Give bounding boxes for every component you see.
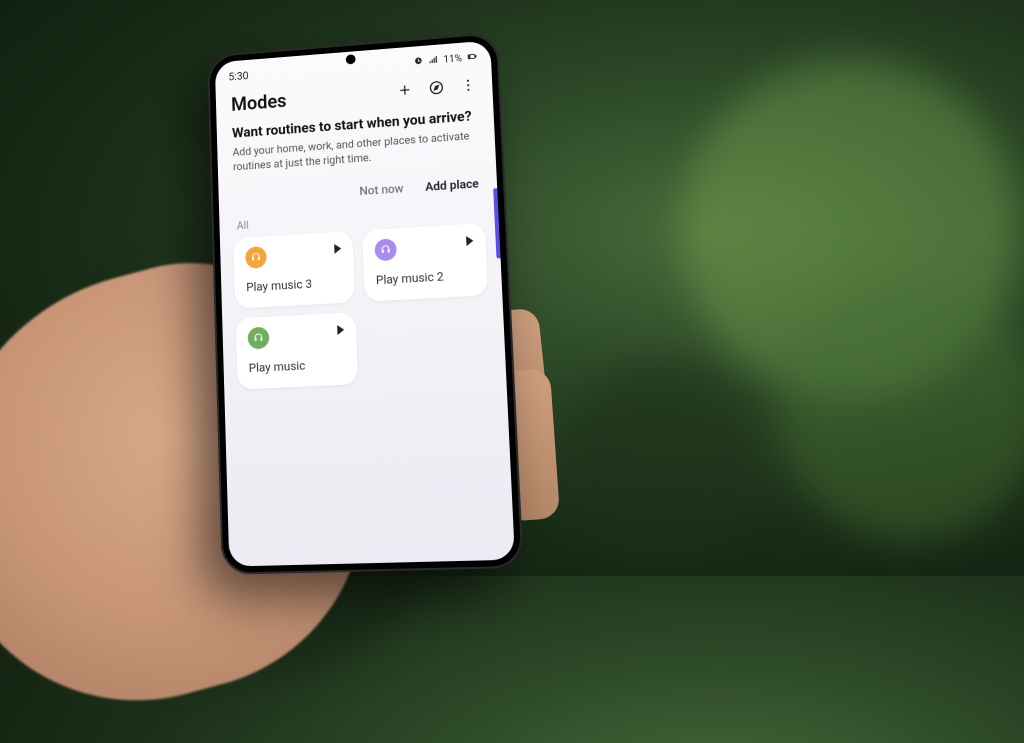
signal-icon <box>428 54 438 67</box>
plus-icon <box>397 81 413 98</box>
phone-screen: 5:30 11% Modes <box>215 40 515 566</box>
headphones-icon <box>252 332 264 344</box>
battery-icon <box>467 51 478 64</box>
play-icon[interactable] <box>466 236 474 246</box>
discover-button[interactable] <box>428 79 445 100</box>
play-icon[interactable] <box>337 325 344 335</box>
tile-label: Play music <box>249 357 346 375</box>
routine-tile[interactable]: Play music 2 <box>362 223 488 302</box>
page-title: Modes <box>231 89 287 115</box>
routines-grid: Play music 3 Play music 2 Play music <box>220 220 507 392</box>
tile-icon <box>247 326 269 349</box>
add-place-button[interactable]: Add place <box>425 176 479 193</box>
status-time: 5:30 <box>228 69 248 83</box>
not-now-button[interactable]: Not now <box>359 181 404 198</box>
add-button[interactable] <box>397 81 414 102</box>
compass-icon <box>428 79 445 96</box>
more-button[interactable] <box>460 76 477 97</box>
status-icons: 11% <box>414 51 478 69</box>
tile-icon <box>245 246 267 269</box>
play-icon[interactable] <box>334 243 341 253</box>
tile-label: Play music 2 <box>376 268 476 287</box>
phone-frame: 5:30 11% Modes <box>207 32 524 575</box>
routine-tile[interactable]: Play music 3 <box>233 231 355 309</box>
more-vert-icon <box>460 76 477 93</box>
headphones-icon <box>250 251 262 263</box>
battery-text: 11% <box>443 53 462 65</box>
headphones-icon <box>379 243 391 256</box>
tile-icon <box>374 238 397 261</box>
routine-tile[interactable]: Play music <box>236 312 358 389</box>
alarm-icon <box>414 55 424 68</box>
tile-label: Play music 3 <box>246 275 343 294</box>
